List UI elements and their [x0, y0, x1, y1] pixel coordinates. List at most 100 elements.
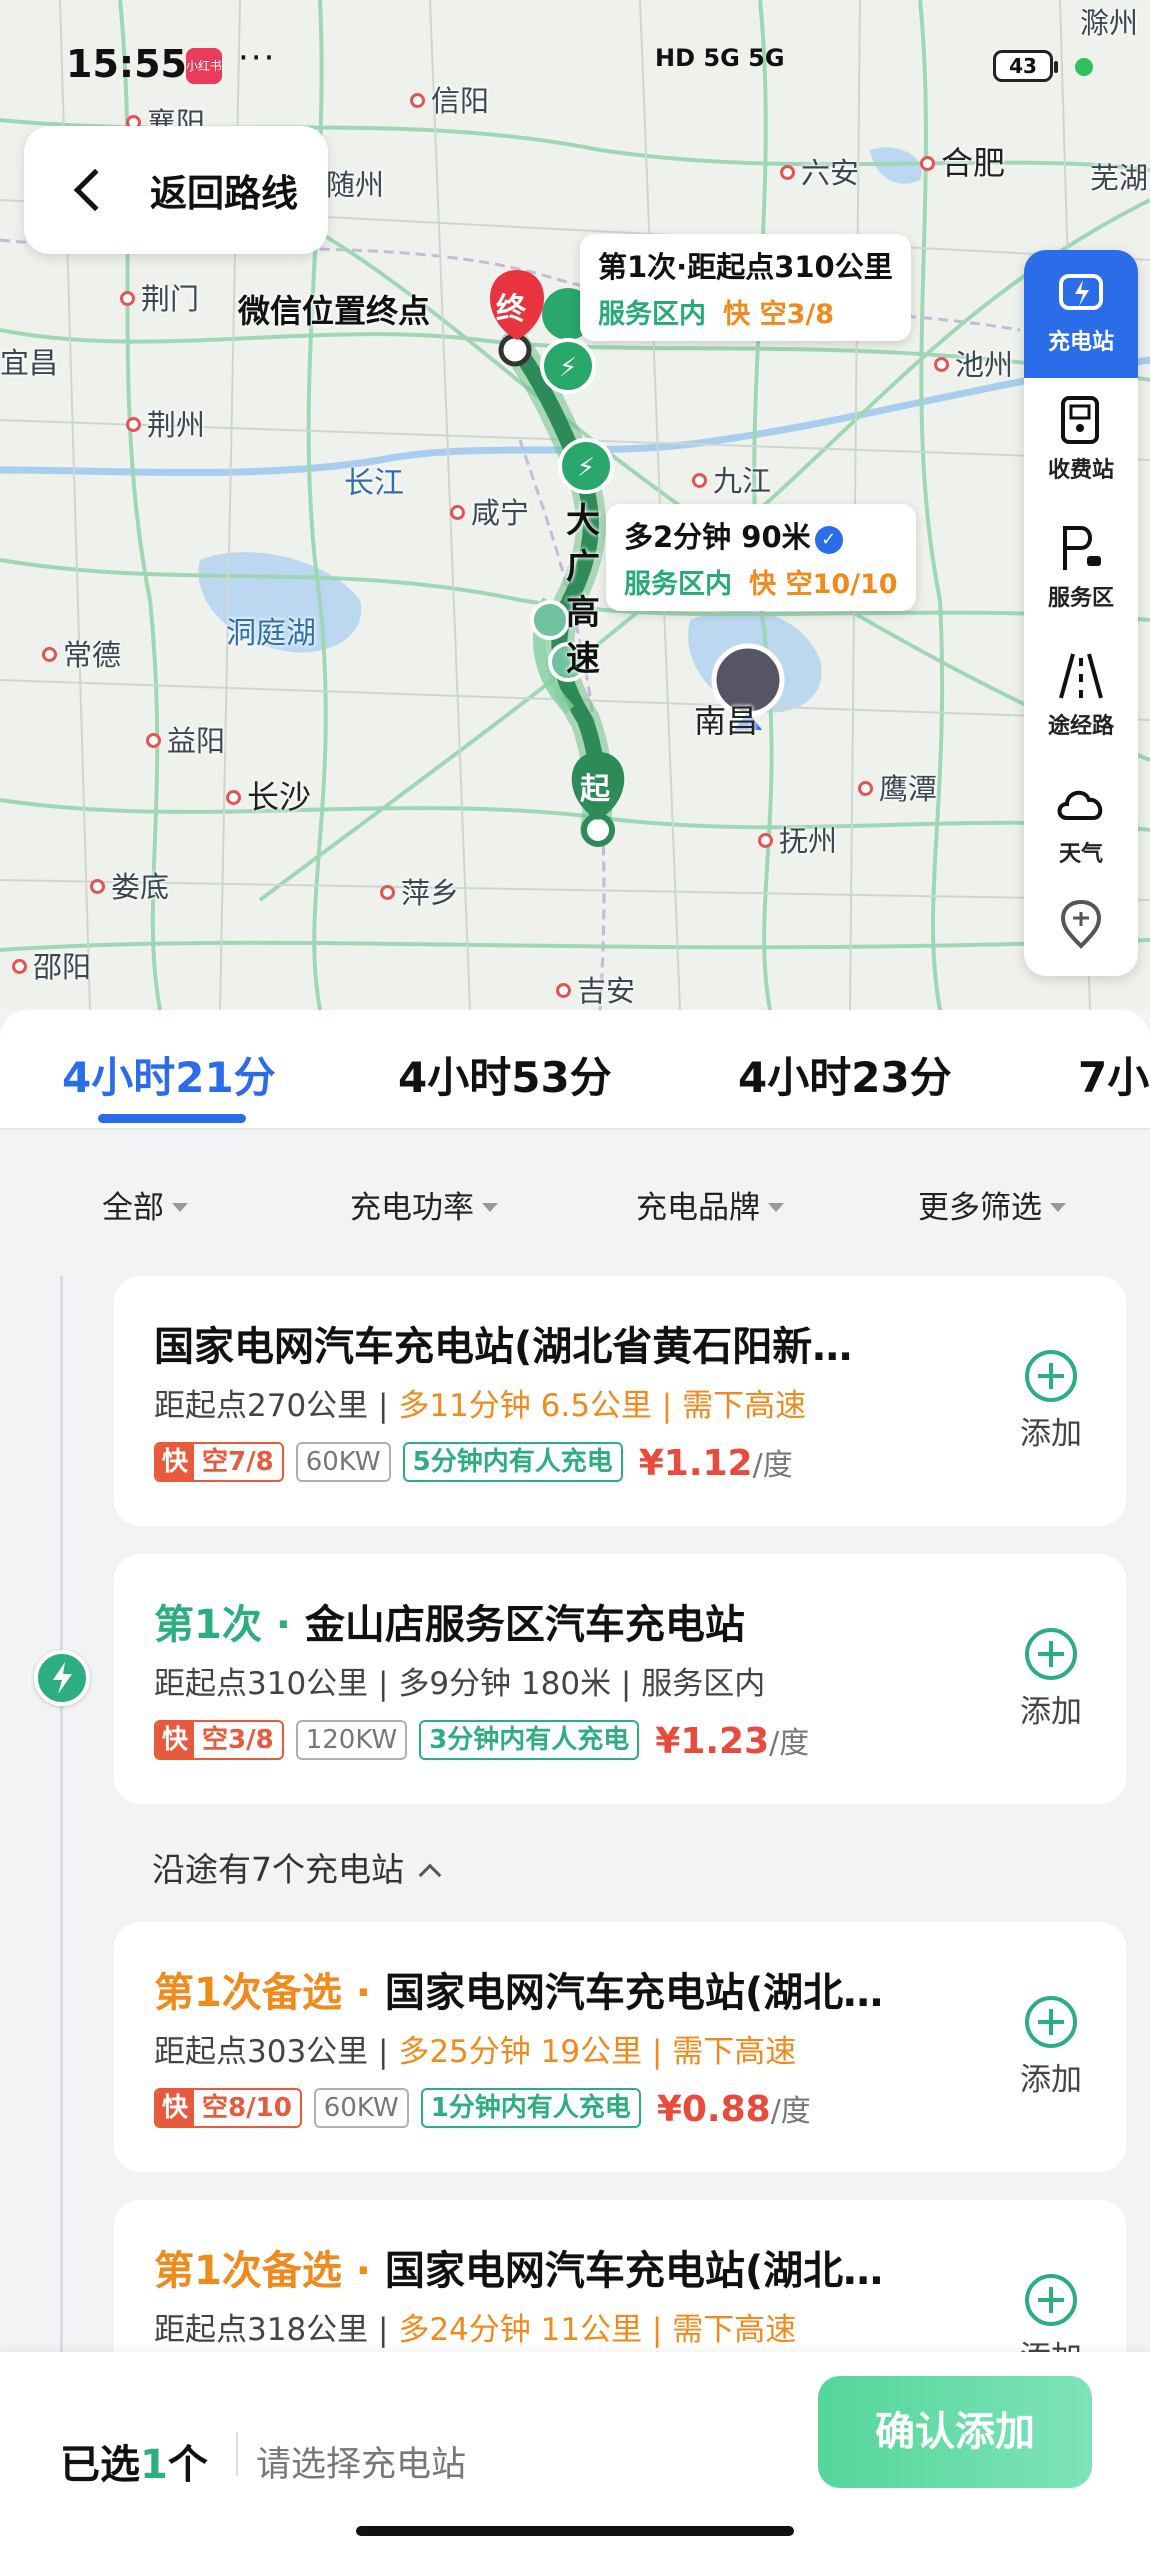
city-label-jingzhou: 荆州: [126, 402, 205, 444]
city-label-pingxiang: 萍乡: [380, 870, 459, 912]
price-unit: /度: [770, 2094, 811, 2129]
station-meta: 距起点318公里 | 多24分钟 11公里 | 需下高速: [154, 2304, 796, 2349]
filter-charging-power[interactable]: 充电功率: [350, 1182, 498, 1227]
end-marker[interactable]: 终: [496, 284, 526, 328]
stop-order-label: 第1次备选 ·: [154, 2248, 385, 2294]
stop-order-label: 第1次 ·: [154, 1602, 305, 1648]
power-badge: 60KW: [295, 1442, 391, 1482]
power-badge: 60KW: [313, 2088, 409, 2128]
app-notification-icon: 小红书: [186, 48, 222, 84]
station-card[interactable]: 国家电网汽车充电站(湖北省黄石阳新… 距起点270公里 | 多11分钟 6.5公…: [114, 1276, 1126, 1526]
add-label: 添加: [1020, 2062, 1082, 2098]
tab-route-3[interactable]: 4小时23分: [738, 1044, 952, 1105]
station-distance: 距起点270公里 |: [154, 1388, 399, 1424]
city-label-yichang: 宜昌: [0, 346, 59, 380]
confirm-add-button[interactable]: 确认添加: [818, 2376, 1092, 2488]
clock: 15:55: [66, 42, 187, 86]
charging-stop-callout[interactable]: 第1次·距起点310公里 服务区内 快 空3/8: [580, 234, 911, 341]
callout-title: 第1次·距起点310公里: [598, 250, 893, 284]
add-station-button[interactable]: 添加: [1006, 2274, 1096, 2352]
alt-stop-callout[interactable]: 多2分钟 90米 ✓ 服务区内 快 空10/10: [606, 504, 916, 611]
add-label: 添加: [1020, 1694, 1082, 1730]
route-map[interactable]: ⚡ ⚡ 襄阳 信阳 随州 六安 合肥 芜湖 滁州 荆门 宜昌 荆州 长江 咸宁 …: [0, 0, 1150, 1010]
route-options-tabs: 4小时21分 4小时53分 4小时23分 7小: [0, 1010, 1150, 1130]
station-title: 第1次备选 · 国家电网汽车充电站(湖北…: [154, 1960, 1084, 2018]
stop-order-label: 第1次备选 ·: [154, 1970, 385, 2016]
add-station-button[interactable]: 添加: [1006, 1628, 1096, 1731]
city-label-hefei: 合肥: [920, 138, 1005, 184]
map-tool-panel: 充电站 收费站 服务区 途经路 天气: [1024, 250, 1138, 976]
city-label-fuzhou: 抚州: [758, 818, 837, 860]
plus-circle-icon: [1025, 1996, 1077, 2048]
city-label-changjiang: 长江: [344, 466, 404, 501]
selected-unit: 个: [167, 2442, 208, 2488]
toll-station-icon: [1061, 396, 1099, 444]
recent-use-badge: 3分钟内有人充电: [419, 1720, 640, 1760]
along-route-label: 沿途有7个充电站: [152, 1850, 404, 1889]
city-label-wuhu: 芜湖: [1090, 161, 1149, 195]
chevron-left-icon: [73, 168, 117, 212]
station-title: 国家电网汽车充电站(湖北省黄石阳新…: [154, 1314, 1084, 1372]
station-card[interactable]: 第1次备选 · 国家电网汽车充电站(湖北… 距起点303公里 | 多25分钟 1…: [114, 1922, 1126, 2172]
station-card-selected[interactable]: 第1次 · 金山店服务区汽车充电站 距起点310公里 | 多9分钟 180米 |…: [114, 1554, 1126, 1804]
add-station-button[interactable]: 添加: [1006, 1350, 1096, 1453]
add-station-button[interactable]: 添加: [1006, 1996, 1096, 2099]
bottom-action-bar: 已选1个 请选择充电站 确认添加: [0, 2352, 1150, 2559]
callout-fast: 快 空10/10: [749, 569, 898, 600]
station-name: 国家电网汽车充电站(湖北…: [384, 1970, 884, 2016]
tab-route-1[interactable]: 4小时21分: [62, 1044, 276, 1105]
station-detour: 多24分钟 11公里 | 需下高速: [398, 2312, 797, 2348]
tool-charging-station[interactable]: 充电站: [1024, 250, 1138, 378]
along-route-toggle[interactable]: 沿途有7个充电站: [152, 1843, 442, 1891]
filter-all[interactable]: 全部: [102, 1182, 188, 1227]
selected-number: 1: [140, 2442, 168, 2488]
callout-fast: 快 空3/8: [723, 299, 835, 330]
tool-label: 收费站: [1047, 458, 1114, 483]
chevron-up-icon: [418, 1863, 442, 1887]
callout-title: 多2分钟 90米: [624, 520, 811, 554]
timeline-line: [60, 1276, 63, 2356]
station-distance: 距起点310公里 | 多9分钟 180米 | 服务区内: [154, 1666, 766, 1702]
add-label: 添加: [1006, 2332, 1096, 2352]
city-label-shaoyang: 邵阳: [12, 944, 91, 986]
city-label-jian: 吉安: [556, 968, 635, 1010]
tool-toll-station[interactable]: 收费站: [1024, 378, 1138, 506]
tool-label: 服务区: [1047, 586, 1114, 611]
back-to-route-button[interactable]: 返回路线: [24, 126, 328, 254]
tool-location[interactable]: [1024, 890, 1138, 976]
station-card[interactable]: 第1次备选 · 国家电网汽车充电站(湖北… 距起点318公里 | 多24分钟 1…: [114, 2200, 1126, 2352]
fast-availability: 空7/8: [202, 1447, 274, 1477]
filter-charging-brand[interactable]: 充电品牌: [636, 1182, 784, 1227]
tool-weather[interactable]: 天气: [1024, 762, 1138, 890]
selected-count: 已选1个: [60, 2432, 208, 2490]
callout-area: 服务区内: [598, 299, 706, 330]
city-label-chizhou: 池州: [934, 342, 1013, 384]
tool-label: 充电站: [1047, 330, 1114, 355]
tab-route-4[interactable]: 7小: [1078, 1044, 1149, 1105]
divider: [236, 2432, 238, 2476]
city-label-xianning: 咸宁: [450, 490, 529, 532]
station-distance: 距起点318公里 |: [154, 2312, 399, 2348]
road-label: 大广高速: [566, 501, 600, 679]
city-label-jingmen: 荆门: [120, 276, 199, 318]
city-label-yingtan: 鹰潭: [858, 766, 937, 808]
start-marker[interactable]: 起: [580, 764, 610, 808]
city-label-jiujiang: 九江: [692, 458, 771, 500]
status-bar: 15:55 小红书 ··· HD 5G 5G 43: [0, 30, 1150, 100]
tool-label: 途经路: [1047, 714, 1114, 739]
filter-more[interactable]: 更多筛选: [918, 1182, 1066, 1227]
via-road-icon: [1059, 653, 1103, 699]
location-pin-icon: [1060, 899, 1102, 949]
tool-service-area[interactable]: 服务区: [1024, 506, 1138, 634]
price: ¥1.12/度: [639, 1440, 793, 1484]
charging-bolt-icon: [34, 1650, 90, 1706]
station-tags: 快空8/10 60KW 1分钟内有人充电 ¥0.88/度: [154, 2086, 811, 2130]
station-title: 第1次备选 · 国家电网汽车充电站(湖北…: [154, 2238, 1084, 2296]
filter-bar: 全部 充电功率 充电品牌 更多筛选: [0, 1130, 1150, 1276]
tool-via-road[interactable]: 途经路: [1024, 634, 1138, 762]
city-label-luan: 六安: [780, 150, 859, 192]
tab-route-2[interactable]: 4小时53分: [398, 1044, 612, 1105]
add-label: 添加: [1020, 1416, 1082, 1452]
price-unit: /度: [769, 1726, 810, 1761]
home-indicator[interactable]: [356, 2526, 794, 2536]
